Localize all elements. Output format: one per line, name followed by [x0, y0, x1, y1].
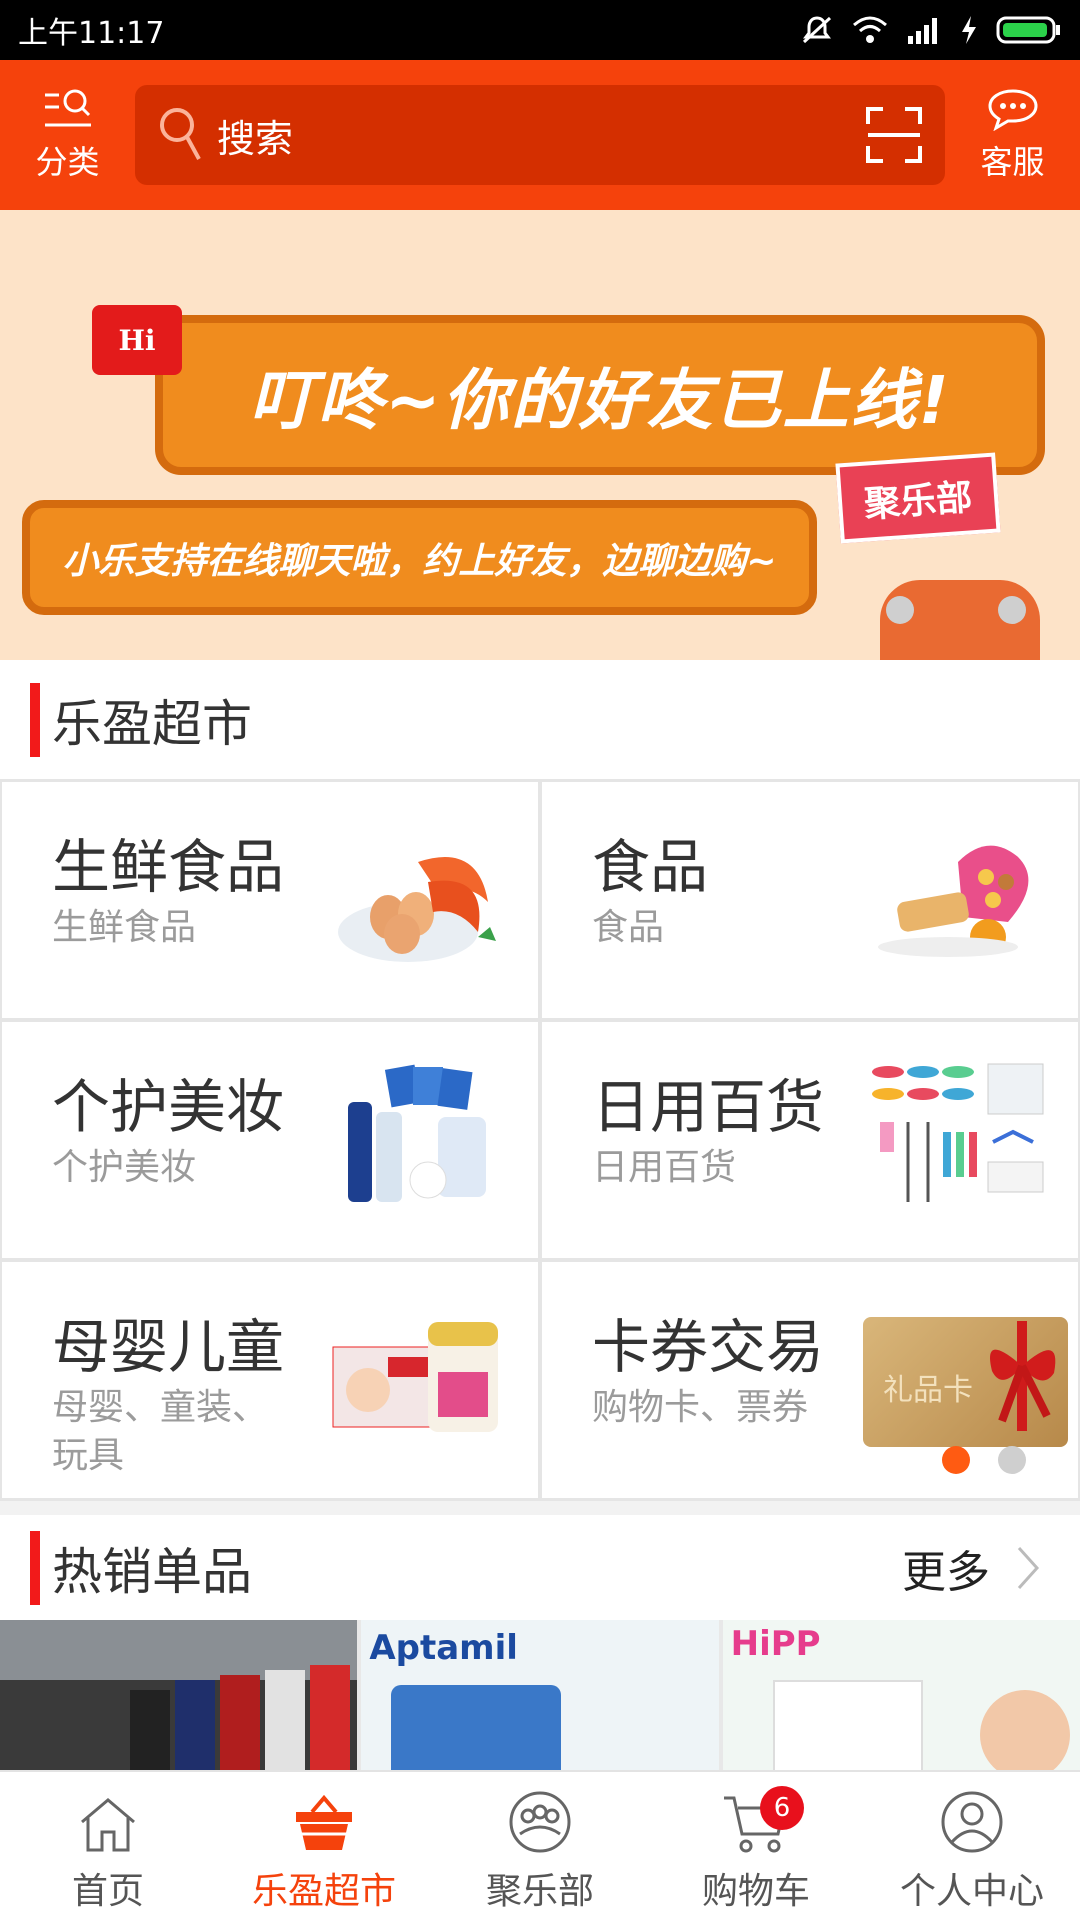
top-app-bar: 分类 搜索 客服	[0, 60, 1080, 210]
wifi-icon	[853, 16, 887, 43]
promo-banner[interactable]: 叮咚~你的好友已上线! Hi 小乐支持在线聊天啦，约上好友，边聊边购~ 聚乐部	[0, 210, 1080, 660]
charging-icon	[962, 16, 976, 44]
category-label: 分类	[35, 143, 100, 181]
nav-supermarket[interactable]: 乐盈超市	[216, 1772, 432, 1920]
status-time: 上午11:17	[18, 16, 165, 51]
category-title: 生鲜食品	[52, 833, 285, 901]
category-fresh-food[interactable]: 生鲜食品 生鲜食品	[0, 779, 541, 1021]
category-maternal-baby[interactable]: 母婴儿童 母婴、童装、玩具	[0, 1259, 541, 1501]
home-icon	[81, 1798, 135, 1852]
category-subtitle: 食品	[592, 907, 665, 948]
grid-pager-dot	[998, 1446, 1026, 1474]
nav-label: 聚乐部	[485, 1871, 594, 1912]
gift-card-image: 礼品卡	[863, 1317, 1068, 1447]
banner-club-tag: 聚乐部	[835, 452, 1001, 544]
banner-headline: 叮咚~你的好友已上线!	[155, 315, 1045, 475]
ribbon-bow-icon	[990, 1321, 1056, 1431]
nav-profile[interactable]: 个人中心	[864, 1772, 1080, 1920]
category-title: 母婴儿童	[52, 1313, 285, 1381]
banner-subline: 小乐支持在线聊天啦，约上好友，边聊边购~	[22, 500, 817, 615]
nav-cart[interactable]: 6 购物车	[648, 1772, 864, 1920]
category-subtitle: 个护美妆	[52, 1147, 197, 1188]
banner-hi-badge: Hi	[92, 305, 182, 375]
product-card[interactable]: Aptamil	[361, 1620, 719, 1770]
supermarket-title: 乐盈超市	[52, 695, 252, 753]
search-icon	[160, 108, 201, 160]
category-subtitle: 生鲜食品	[52, 907, 197, 948]
battery-icon	[996, 16, 1060, 44]
category-title: 个护美妆	[52, 1073, 285, 1141]
category-search-icon	[44, 89, 91, 127]
user-icon	[941, 1791, 1003, 1853]
supermarket-section-header: 乐盈超市	[0, 660, 1080, 780]
nav-label: 乐盈超市	[251, 1871, 396, 1912]
nav-label: 个人中心	[899, 1871, 1044, 1912]
mute-icon	[802, 16, 832, 44]
signal-icon	[908, 18, 937, 44]
category-title: 卡券交易	[592, 1313, 825, 1381]
milk-can-image	[391, 1685, 562, 1770]
chat-bubble-icon	[987, 89, 1038, 131]
category-button[interactable]: 分类	[0, 60, 135, 210]
more-link[interactable]: 更多	[902, 1536, 1040, 1600]
snacks-image	[878, 845, 1029, 957]
nav-home[interactable]: 首页	[0, 1772, 216, 1920]
hot-products-strip: Aptamil HiPP	[0, 1620, 1080, 1770]
product-brand: Aptamil	[369, 1628, 518, 1668]
personal-care-image	[348, 1064, 486, 1202]
nav-club[interactable]: 聚乐部	[432, 1772, 648, 1920]
bottom-navigation: 首页 乐盈超市 聚乐部 6 购物车 个人中心	[0, 1770, 1080, 1920]
more-label: 更多	[902, 1546, 990, 1598]
hipp-box-image	[772, 1680, 923, 1770]
category-title: 日用百货	[592, 1073, 825, 1141]
category-grid: 生鲜食品 生鲜食品 食品 食品 个护美妆 个护美妆 日用百货 日用百货 母婴儿童…	[0, 779, 1080, 1501]
seafood-eggs-image	[338, 857, 496, 962]
category-subtitle: 母婴、童装、玩具	[52, 1387, 269, 1476]
category-food[interactable]: 食品 食品	[539, 779, 1080, 1021]
product-card[interactable]	[0, 1620, 358, 1770]
status-icons	[800, 14, 1062, 46]
scan-icon[interactable]	[865, 106, 923, 164]
product-card[interactable]: HiPP	[722, 1620, 1080, 1770]
search-bar[interactable]: 搜索	[135, 85, 945, 185]
search-placeholder: 搜索	[217, 116, 294, 161]
nav-label: 购物车	[701, 1871, 810, 1912]
cart-count-badge: 6	[760, 1786, 804, 1830]
category-household[interactable]: 日用百货 日用百货	[539, 1019, 1080, 1261]
baby-products-image	[332, 1322, 498, 1432]
baby-photo	[979, 1690, 1070, 1770]
banner-pager-dot	[998, 596, 1026, 624]
hot-items-title: 热销单品	[52, 1542, 252, 1601]
category-title: 食品	[592, 833, 709, 901]
chevron-right-icon	[1017, 1546, 1040, 1589]
product-brand: HiPP	[730, 1624, 821, 1664]
category-personal-care[interactable]: 个护美妆 个护美妆	[0, 1019, 541, 1261]
lighters-product-image	[0, 1620, 358, 1770]
basket-icon	[296, 1794, 352, 1850]
nav-label: 首页	[71, 1871, 144, 1912]
category-cards-coupons[interactable]: 卡券交易 购物卡、票券 礼品卡	[539, 1259, 1080, 1501]
banner-pager-dot	[886, 596, 914, 624]
gift-card-text: 礼品卡	[883, 1373, 973, 1408]
customer-service-label: 客服	[980, 143, 1045, 181]
customer-service-button[interactable]: 客服	[945, 60, 1080, 210]
section-accent-bar	[30, 683, 40, 757]
category-subtitle: 日用百货	[592, 1147, 737, 1188]
category-subtitle: 购物卡、票券	[592, 1387, 809, 1428]
grid-pager-dot-active	[942, 1446, 970, 1474]
hot-items-section-header: 热销单品 更多	[0, 1515, 1080, 1620]
household-goods-image	[872, 1063, 1044, 1202]
status-bar: 上午11:17	[0, 0, 1080, 60]
section-accent-bar	[30, 1530, 40, 1605]
club-icon	[509, 1791, 571, 1853]
